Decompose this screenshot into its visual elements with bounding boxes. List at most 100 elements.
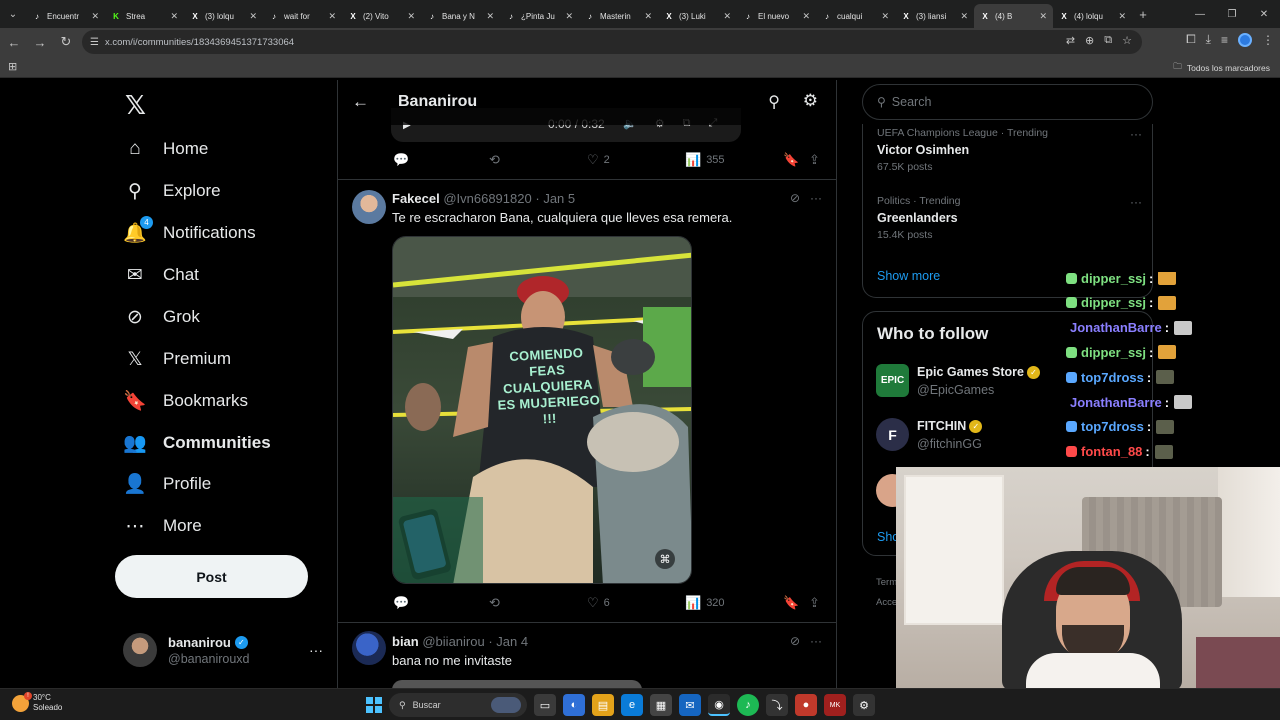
spotify-icon[interactable]: ♪ — [737, 694, 759, 716]
tweet-date[interactable]: Jan 4 — [496, 634, 528, 649]
app-icon[interactable]: ⤵ — [766, 694, 788, 716]
nav-item-premium[interactable]: 𝕏 Premium — [123, 338, 231, 380]
close-tab-icon[interactable]: ✕ — [170, 11, 178, 22]
grok-image-icon[interactable]: ⌘ — [655, 549, 675, 569]
more-icon[interactable]: ··· — [810, 634, 822, 648]
nav-item-bookmarks[interactable]: 🔖 Bookmarks — [123, 380, 248, 422]
nav-item-home[interactable]: ⌂ Home — [123, 128, 208, 170]
nav-item-explore[interactable]: ⚲ Explore — [123, 170, 221, 212]
restore-icon[interactable]: ❐ — [1216, 0, 1248, 28]
close-window-icon[interactable]: ✕ — [1248, 0, 1280, 28]
search-icon[interactable]: ⚲ — [768, 92, 780, 112]
apps-grid-icon[interactable]: ⊞ — [8, 60, 17, 73]
browser-tab[interactable]: ♪ Bana y N ✕ — [421, 4, 500, 28]
views-button[interactable]: 📊 320 — [685, 595, 725, 611]
tweet-author[interactable]: Fakecel — [392, 191, 440, 206]
minimize-icon[interactable]: — — [1184, 0, 1216, 28]
gear-icon[interactable]: ⚙ — [803, 91, 818, 111]
forward-icon[interactable]: → — [28, 30, 52, 54]
x-logo-icon[interactable]: 𝕏 — [125, 90, 149, 120]
close-tab-icon[interactable]: ✕ — [249, 11, 257, 22]
post-button[interactable]: Post — [115, 555, 308, 598]
browser-tab[interactable]: X (4) B ✕ — [974, 4, 1053, 28]
new-tab-button[interactable]: + — [1132, 2, 1154, 26]
windows-start-icon[interactable] — [366, 697, 382, 713]
download-icon[interactable]: ⤓ — [1206, 32, 1211, 47]
show-more-link[interactable]: Show more — [877, 269, 940, 283]
browser-tab[interactable]: X (2) Vito ✕ — [342, 4, 421, 28]
chrome-icon[interactable]: ◉ — [708, 694, 730, 716]
more-options-icon[interactable]: ··· — [309, 642, 323, 658]
browser-tab[interactable]: ♪ cualqui ✕ — [816, 4, 895, 28]
site-info-icon[interactable]: ☰ — [90, 37, 99, 48]
browser-tab[interactable]: X (4) lolqu ✕ — [1053, 4, 1132, 28]
close-tab-icon[interactable]: ✕ — [407, 11, 415, 22]
close-tab-icon[interactable]: ✕ — [960, 11, 968, 22]
close-tab-icon[interactable]: ✕ — [802, 11, 810, 22]
browser-tab[interactable]: X (3) lolqu ✕ — [184, 4, 263, 28]
close-tab-icon[interactable]: ✕ — [723, 11, 731, 22]
tweet-handle[interactable]: @Ivn66891820 — [443, 191, 531, 206]
close-tab-icon[interactable]: ✕ — [486, 11, 494, 22]
repost-button[interactable]: ⟲ — [489, 152, 500, 168]
tweet-image[interactable]: COMIENDO FEAS CUALQUIERA ES MUJERIEGO !!… — [392, 236, 692, 584]
grok-icon[interactable]: ⊘ — [790, 634, 800, 648]
game-icon[interactable]: MK — [824, 694, 846, 716]
more-icon[interactable]: ··· — [810, 191, 822, 205]
nav-item-communities[interactable]: 👥 Communities — [123, 422, 271, 464]
task-view-icon[interactable]: ▭ — [534, 694, 556, 716]
tweet-image[interactable] — [392, 680, 642, 688]
close-tab-icon[interactable]: ✕ — [881, 11, 889, 22]
nav-item-grok[interactable]: ⊘ Grok — [123, 296, 200, 338]
close-tab-icon[interactable]: ✕ — [644, 11, 652, 22]
tweet-date[interactable]: Jan 5 — [543, 191, 575, 206]
footer-link-terms[interactable]: Term — [876, 577, 897, 588]
nav-item-notifications[interactable]: 🔔 4 Notifications — [123, 212, 256, 254]
grok-icon[interactable]: ⊘ — [790, 191, 800, 205]
tab-search-menu-icon[interactable]: ⌄ — [0, 0, 26, 28]
file-explorer-icon[interactable]: ▤ — [592, 694, 614, 716]
trend-item[interactable]: Politics · Trending Greenlanders 15.4K p… — [877, 195, 1142, 241]
account-switcher[interactable]: bananirou ✓ @bananirouxd ··· — [123, 628, 323, 672]
more-icon[interactable]: ··· — [1130, 195, 1142, 209]
nav-item-profile[interactable]: 👤 Profile — [123, 463, 211, 505]
address-bar[interactable]: ☰ x.com/i/communities/183436945137173306… — [82, 30, 1142, 54]
translate-icon[interactable]: ⇄ — [1066, 34, 1075, 47]
nav-item-more[interactable]: ⋯ More — [123, 505, 202, 547]
taskbar-search[interactable]: ⚲ Buscar — [389, 693, 527, 717]
tweet-author[interactable]: bian — [392, 634, 419, 649]
back-arrow-icon[interactable]: ← — [352, 92, 369, 112]
install-icon[interactable]: ⧉ — [1104, 34, 1112, 47]
repost-button[interactable]: ⟲ — [489, 595, 500, 611]
like-button[interactable]: ♡ 6 — [587, 595, 610, 611]
copilot-icon[interactable]: ◐ — [563, 694, 585, 716]
views-button[interactable]: 📊 355 — [685, 152, 725, 168]
avatar[interactable] — [352, 190, 386, 224]
weather-widget[interactable]: ! 30°C Soleado — [12, 691, 62, 713]
close-tab-icon[interactable]: ✕ — [91, 11, 99, 22]
bookmark-button[interactable]: 🔖 — [783, 152, 799, 168]
tweet[interactable]: bian @biianirou · Jan 4 ⊘ ··· bana no me… — [338, 623, 836, 688]
share-button[interactable]: ⇪ — [809, 595, 820, 611]
browser-tab[interactable]: ♪ ¿Pinta Ju ✕ — [500, 4, 579, 28]
close-tab-icon[interactable]: ✕ — [1039, 11, 1047, 22]
all-bookmarks-button[interactable]: 🗀 Todos los marcadores — [1173, 61, 1270, 75]
profile-avatar-icon[interactable] — [1238, 32, 1252, 47]
zoom-icon[interactable]: ⊕ — [1085, 34, 1094, 47]
browser-tab[interactable]: X (3) Luki ✕ — [658, 4, 737, 28]
extensions-icon[interactable]: ⧠ — [1186, 32, 1196, 47]
footer-link-accessibility[interactable]: Acce — [876, 597, 897, 608]
mail-icon[interactable]: ✉ — [679, 694, 701, 716]
browser-tab[interactable]: X (3) liansi ✕ — [895, 4, 974, 28]
edge-icon[interactable]: e — [621, 694, 643, 716]
close-tab-icon[interactable]: ✕ — [1118, 11, 1126, 22]
reply-button[interactable]: 💬 — [393, 152, 409, 168]
browser-tab[interactable]: ♪ Encuentr ✕ — [26, 4, 105, 28]
tweet-handle[interactable]: @biianirou — [422, 634, 484, 649]
avatar[interactable] — [352, 631, 386, 665]
url-text[interactable]: x.com/i/communities/1834369451371733064 — [105, 37, 294, 48]
media-icon[interactable]: ≡ — [1221, 33, 1228, 47]
obs-icon[interactable]: ● — [795, 694, 817, 716]
nav-item-chat[interactable]: ✉ Chat — [123, 254, 199, 296]
search-input[interactable]: ⚲ Search — [862, 84, 1153, 120]
